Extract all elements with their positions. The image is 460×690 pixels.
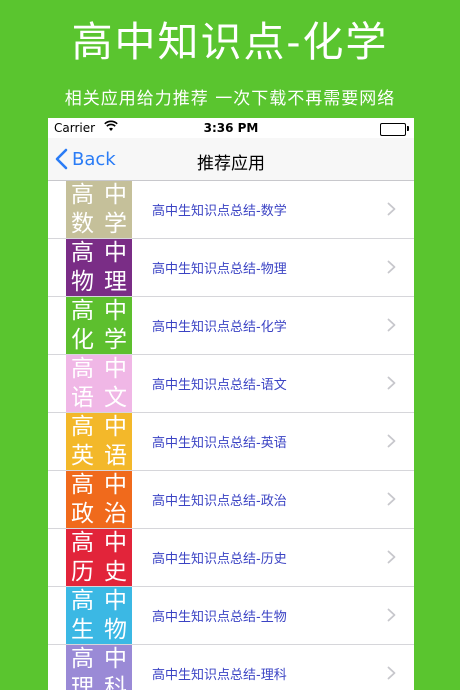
app-list-item[interactable]: 高中理科高中生知识点总结-理科 — [48, 645, 414, 690]
app-icon-char: 中 — [104, 182, 127, 208]
app-icon-char: 中 — [104, 530, 127, 556]
app-icon-char: 高 — [71, 472, 94, 498]
chevron-right-icon — [387, 202, 396, 216]
app-icon-char: 化 — [71, 326, 94, 353]
app-title: 高中生知识点总结-生物 — [152, 610, 287, 625]
status-time: 3:36 PM — [203, 121, 259, 135]
app-title: 高中生知识点总结-物理 — [152, 262, 287, 277]
app-list-item[interactable]: 高中历史 高中生知识点总结-历史 — [48, 529, 414, 587]
app-title: 高中生知识点总结-英语 — [152, 436, 287, 451]
app-icon-char: 文 — [104, 384, 127, 411]
app-icon: 高中数学 — [66, 181, 132, 238]
app-icon-char: 高 — [71, 588, 94, 614]
app-icon-char: 语 — [104, 442, 127, 469]
app-icon-char: 政 — [71, 500, 94, 527]
banner-title: 高中知识点-化学 — [71, 18, 389, 66]
app-icon-char: 中 — [104, 646, 127, 672]
app-icon: 高中理科 — [66, 645, 132, 690]
app-list-item[interactable]: 高中生物 高中生知识点总结-生物 — [48, 587, 414, 645]
app-icon-char: 物 — [71, 268, 94, 295]
app-icon-char: 数 — [71, 210, 94, 237]
chevron-right-icon — [387, 550, 396, 564]
app-icon: 高中历史 — [66, 529, 132, 586]
app-icon-char: 物 — [104, 616, 127, 643]
app-icon-char: 高 — [71, 646, 94, 672]
chevron-right-icon — [387, 666, 396, 680]
chevron-right-icon — [387, 492, 396, 506]
app-icon-char: 语 — [71, 384, 94, 411]
app-title: 高中生知识点总结-历史 — [152, 552, 287, 567]
app-title: 高中生知识点总结-政治 — [152, 494, 287, 509]
nav-title: 推荐应用 — [197, 154, 265, 174]
app-icon: 高中化学 — [66, 297, 132, 354]
app-icon: 高中物理 — [66, 239, 132, 296]
navigation-bar: Back 推荐应用 — [48, 138, 414, 181]
battery-tip — [407, 126, 409, 131]
app-icon-char: 高 — [71, 182, 94, 208]
app-icon: 高中英语 — [66, 413, 132, 470]
app-icon: 高中生物 — [66, 587, 132, 644]
app-icon-char: 高 — [71, 530, 94, 556]
app-list-item[interactable]: 高中化学 高中生知识点总结-化学 — [48, 297, 414, 355]
app-icon: 高中政治 — [66, 471, 132, 528]
app-icon-char: 中 — [104, 414, 127, 440]
status-bar: Carrier 3:36 PM — [48, 118, 414, 138]
app-icon-char: 高 — [71, 356, 94, 382]
app-icon-char: 中 — [104, 588, 127, 614]
app-icon-char: 理 — [71, 674, 94, 690]
app-icon-char: 高 — [71, 240, 94, 266]
app-title: 高中生知识点总结-语文 — [152, 378, 287, 393]
app-icon-char: 英 — [71, 442, 94, 469]
phone-screen: Carrier 3:36 PM Back 推荐应用 高中数学高中生知识点总结-数… — [48, 118, 414, 690]
app-list-item[interactable]: 高中英语 高中生知识点总结-英语 — [48, 413, 414, 471]
app-icon-char: 生 — [71, 616, 94, 643]
banner-subtitle: 相关应用给力推荐 一次下载不再需要网络 — [64, 89, 396, 109]
chevron-right-icon — [387, 434, 396, 448]
chevron-right-icon — [387, 376, 396, 390]
app-list-item[interactable]: 高中数学 高中生知识点总结-数学 — [48, 181, 414, 239]
app-icon-char: 中 — [104, 298, 127, 324]
app-title: 高中生知识点总结-化学 — [152, 320, 287, 335]
battery-icon — [380, 123, 406, 136]
app-icon-char: 治 — [104, 500, 127, 527]
app-icon-char: 科 — [104, 674, 127, 690]
app-icon-char: 学 — [104, 326, 127, 353]
app-list-item[interactable]: 高中政治 高中生知识点总结-政治 — [48, 471, 414, 529]
app-list: 高中数学高中生知识点总结-数学高中物理高中生知识点总结-物理高中化学高中生知识点… — [48, 181, 414, 690]
app-icon-char: 史 — [104, 558, 127, 585]
app-icon-char: 高 — [71, 414, 94, 440]
app-title: 高中生知识点总结-理科 — [152, 668, 287, 683]
chevron-right-icon — [387, 318, 396, 332]
app-list-item[interactable]: 高中物理 高中生知识点总结-物理 — [48, 239, 414, 297]
chevron-right-icon — [387, 260, 396, 274]
app-list-item[interactable]: 高中语文 高中生知识点总结-语文 — [48, 355, 414, 413]
app-icon-char: 中 — [104, 472, 127, 498]
app-icon-char: 中 — [104, 356, 127, 382]
chevron-right-icon — [387, 608, 396, 622]
app-icon-char: 高 — [71, 298, 94, 324]
app-title: 高中生知识点总结-数学 — [152, 204, 287, 219]
app-icon-char: 中 — [104, 240, 127, 266]
app-icon-char: 历 — [71, 558, 94, 585]
app-icon: 高中语文 — [66, 355, 132, 412]
app-icon-char: 学 — [104, 210, 127, 237]
app-icon-char: 理 — [104, 268, 127, 295]
